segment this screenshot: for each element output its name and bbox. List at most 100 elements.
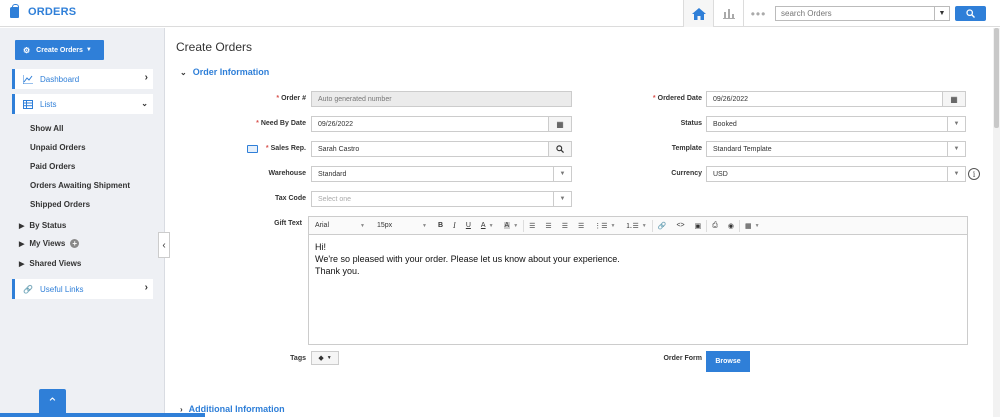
justify-icon: ☰ [577, 222, 585, 230]
caret-down-icon: ▼ [85, 47, 92, 53]
contact-card-icon [247, 145, 258, 153]
sidebar-item-dashboard[interactable]: Dashboard › [12, 69, 153, 89]
warehouse-label: Warehouse [268, 170, 306, 177]
align-right-button[interactable]: ☰ [557, 217, 573, 235]
numbered-list-icon: ⒈☰ [625, 222, 639, 230]
underline-icon: U [465, 222, 471, 229]
sidebar-item-lists[interactable]: Lists ⌄ [12, 94, 153, 114]
chevron-down-icon: ⌄ [180, 67, 187, 77]
caret-right-icon: ▶ [19, 222, 25, 230]
bold-icon: B [438, 222, 444, 229]
create-orders-button[interactable]: ⚙ Create Orders ▼ [15, 40, 104, 60]
calendar-icon[interactable]: ▦ [942, 92, 965, 106]
status-label: Status [680, 120, 702, 127]
list-item-orders-awaiting-shipment[interactable]: Orders Awaiting Shipment [30, 181, 130, 190]
align-center-button[interactable]: ☰ [540, 217, 556, 235]
need-by-date-field[interactable]: 09/26/2022 ▦ [311, 116, 572, 132]
browse-button[interactable]: Browse [706, 351, 750, 372]
need-by-date-value: 09/26/2022 [318, 120, 354, 128]
warehouse-value: Standard [318, 170, 347, 178]
sidebar-item-useful-links[interactable]: 🔗 Useful Links › [12, 279, 153, 299]
align-right-icon: ☰ [561, 222, 568, 230]
search-icon [966, 9, 975, 18]
justify-button[interactable]: ☰ [573, 217, 589, 235]
align-left-button[interactable]: ☰ [524, 217, 540, 235]
table-icon [23, 99, 33, 109]
sales-rep-field[interactable]: Sarah Castro [311, 141, 572, 157]
chevron-down-icon: ▼ [947, 117, 965, 131]
sidebar-item-label: Dashboard [40, 74, 80, 84]
editor-content[interactable]: Hi! We're so pleased with your order. Pl… [309, 235, 967, 283]
search-input[interactable] [776, 7, 934, 20]
underline-button[interactable]: U [461, 217, 476, 235]
scroll-to-top-button[interactable]: ⌃ [39, 389, 66, 417]
editor-line: Thank you. [315, 266, 360, 276]
chevron-up-icon: ⌃ [47, 395, 58, 410]
reports-button[interactable] [713, 0, 743, 27]
ordered-date-label: * Ordered Date [652, 95, 702, 102]
list-item-show-all[interactable]: Show All [30, 124, 63, 133]
numbered-list-button[interactable]: ⒈☰ ▼ [621, 217, 652, 235]
highlight-button[interactable]: A ▼ [499, 217, 524, 235]
link-icon: 🔗 [23, 284, 33, 294]
ordered-date-field[interactable]: 09/26/2022 ▦ [706, 91, 966, 107]
sales-rep-value: Sarah Castro [318, 145, 360, 153]
sidebar-collapse-toggle[interactable]: ‹ [158, 232, 170, 258]
chevron-down-icon: ▼ [553, 167, 571, 181]
currency-label: Currency [671, 170, 702, 177]
sidebar-item-label: Useful Links [39, 284, 84, 294]
insert-image-button[interactable]: ▣ [690, 217, 707, 235]
currency-select[interactable]: USD ▼ [706, 166, 966, 182]
chevron-down-icon: ▼ [422, 222, 427, 229]
chevron-down-icon: ⌄ [141, 99, 148, 108]
info-icon[interactable]: i [968, 168, 980, 180]
tax-code-placeholder: Select one [318, 195, 352, 203]
tree-item-by-status[interactable]: ▶ By Status [19, 221, 66, 230]
tree-item-my-views[interactable]: ▶ My Views + [19, 239, 80, 248]
sales-rep-label: * Sales Rep. [265, 145, 306, 152]
tree-item-shared-views[interactable]: ▶ Shared Views [19, 259, 81, 268]
list-item-paid-orders[interactable]: Paid Orders [30, 162, 75, 171]
brand[interactable]: ORDERS [10, 3, 76, 18]
status-select[interactable]: Booked ▼ [706, 116, 966, 132]
print-icon: ⎙ [712, 221, 718, 229]
italic-button[interactable]: I [448, 217, 461, 235]
font-size-value: 15px [377, 222, 393, 229]
order-number-field: Auto generated number [311, 91, 572, 107]
bullet-list-button[interactable]: ⋮☰ ▼ [589, 217, 620, 235]
add-view-icon[interactable]: + [70, 239, 80, 248]
tax-code-select[interactable]: Select one ▼ [311, 191, 572, 207]
list-item-shipped-orders[interactable]: Shipped Orders [30, 200, 90, 209]
font-size-select[interactable]: 15px ▼ [371, 217, 433, 235]
link-icon: 🔗 [657, 222, 667, 230]
page-scrollbar-thumb[interactable] [994, 28, 999, 128]
preview-button[interactable]: ◉ [723, 217, 739, 235]
chevron-down-icon: ▼ [947, 167, 965, 181]
source-code-button[interactable]: <> [671, 217, 689, 235]
status-value: Booked [713, 120, 737, 128]
ordered-date-value: 09/26/2022 [713, 95, 749, 103]
bold-button[interactable]: B [433, 217, 448, 235]
font-color-button[interactable]: A ▼ [476, 217, 499, 235]
warehouse-select[interactable]: Standard ▼ [311, 166, 572, 182]
section-title: Order Information [192, 67, 270, 77]
need-by-date-label: * Need By Date [256, 120, 306, 127]
order-number-label: * Order # [276, 95, 306, 102]
more-button[interactable]: ••• [743, 0, 773, 27]
calendar-icon[interactable]: ▦ [548, 117, 571, 131]
insert-link-button[interactable]: 🔗 [653, 217, 672, 235]
font-family-select[interactable]: Arial ▼ [309, 217, 371, 235]
template-value: Standard Template [713, 145, 772, 153]
section-order-information[interactable]: ⌄ Order Information [180, 67, 269, 77]
lookup-button[interactable] [548, 142, 571, 156]
template-select[interactable]: Standard Template ▼ [706, 141, 966, 157]
search-button[interactable] [955, 6, 986, 21]
list-item-unpaid-orders[interactable]: Unpaid Orders [30, 143, 86, 152]
section-additional-information[interactable]: › Additional Information [180, 404, 285, 414]
print-button[interactable]: ⎙ [707, 217, 723, 235]
home-button[interactable] [683, 0, 713, 27]
tag-icon: ◆ [318, 355, 324, 362]
insert-table-button[interactable]: ▦ ▼ [740, 217, 765, 235]
search-scope-dropdown[interactable]: ▼ [934, 7, 949, 20]
tags-dropdown[interactable]: ◆ ▼ [311, 351, 339, 365]
